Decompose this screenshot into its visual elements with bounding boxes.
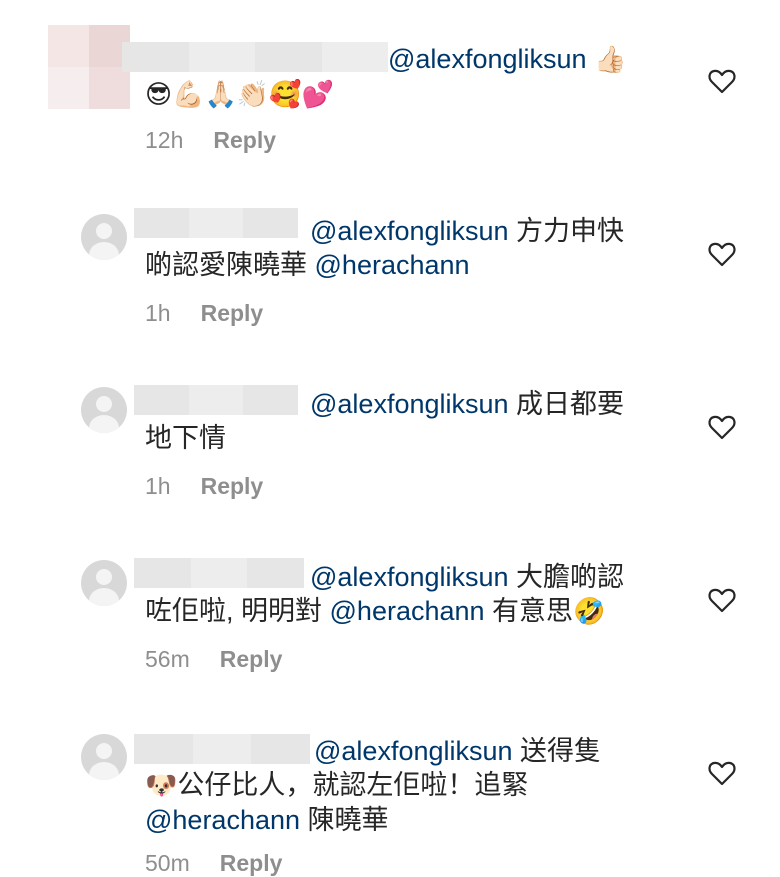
comment-text-segment: 有意思: [484, 596, 574, 626]
avatar[interactable]: [81, 387, 127, 433]
reply-button[interactable]: Reply: [201, 473, 264, 500]
heart-outline-icon[interactable]: [708, 68, 736, 94]
emoji-sequence: 😎💪🏻🙏🏻👏🏻🥰💕: [145, 80, 334, 110]
timestamp: 50m: [145, 850, 190, 876]
timestamp: 56m: [145, 646, 190, 672]
comment-text: @alexfongliksun 送得隻 🐶公仔比人，就認左佢啦！追緊 @hera…: [145, 734, 665, 837]
reply-button[interactable]: Reply: [213, 127, 276, 154]
comment-meta: 56m Reply: [145, 646, 282, 673]
rofl-emoji: 🤣: [573, 597, 606, 627]
comment-text: @alexfongliksun 成日都要 地下情: [145, 387, 665, 455]
comment-text-segment: 送得隻: [512, 736, 602, 766]
avatar[interactable]: [81, 734, 127, 780]
mention-link[interactable]: @herachann: [315, 250, 470, 280]
comment-text-segment: 公仔比人，就認左佢啦！追緊: [177, 770, 529, 800]
timestamp: 12h: [145, 127, 184, 153]
mention-link[interactable]: @herachann: [330, 596, 485, 626]
dog-emoji: 🐶: [145, 771, 178, 801]
heart-outline-icon[interactable]: [708, 414, 736, 440]
reply-button[interactable]: Reply: [201, 300, 264, 327]
comment-text: @alexfongliksun 大膽啲認 咗佢啦, 明明對 @herachann…: [145, 560, 665, 629]
heart-outline-icon[interactable]: [708, 587, 736, 613]
timestamp: 1h: [145, 300, 171, 326]
comment-text-segment: 方力申快: [508, 216, 625, 246]
comment-text: @alexfongliksun 方力申快 啲認愛陳曉華 @herachann: [145, 214, 665, 282]
heart-outline-icon[interactable]: [708, 760, 736, 786]
comment-meta: 12h Reply: [145, 127, 276, 154]
comment-text-segment: 大膽啲認: [508, 562, 625, 592]
comment-meta: 1h Reply: [145, 473, 263, 500]
mention-link[interactable]: @alexfongliksun: [310, 216, 509, 246]
comment-text-segment: 咗佢啦, 明明對: [145, 596, 330, 626]
comment-text-segment: 成日都要: [508, 389, 625, 419]
timestamp: 1h: [145, 473, 171, 499]
avatar[interactable]: [81, 560, 127, 606]
mention-link[interactable]: @herachann: [145, 805, 300, 835]
comment-text-segment: 陳曉華: [300, 805, 389, 835]
reply-button[interactable]: Reply: [220, 646, 283, 673]
comment-text-segment: 地下情: [145, 423, 226, 453]
avatar[interactable]: [81, 214, 127, 260]
mention-link[interactable]: @alexfongliksun: [310, 389, 509, 419]
reply-button[interactable]: Reply: [220, 850, 283, 877]
comment-text: @alexfongliksun 👍🏻 😎💪🏻🙏🏻👏🏻🥰💕: [145, 42, 665, 112]
comment-text-segment: 啲認愛陳曉華: [145, 250, 315, 280]
heart-outline-icon[interactable]: [708, 241, 736, 267]
mention-link[interactable]: @alexfongliksun: [388, 44, 587, 74]
mention-link[interactable]: @alexfongliksun: [314, 736, 513, 766]
thumbs-up-emoji: 👍🏻: [594, 45, 627, 75]
comment-meta: 50m Reply: [145, 850, 282, 877]
comment-meta: 1h Reply: [145, 300, 263, 327]
avatar[interactable]: [48, 25, 130, 109]
mention-link[interactable]: @alexfongliksun: [310, 562, 509, 592]
